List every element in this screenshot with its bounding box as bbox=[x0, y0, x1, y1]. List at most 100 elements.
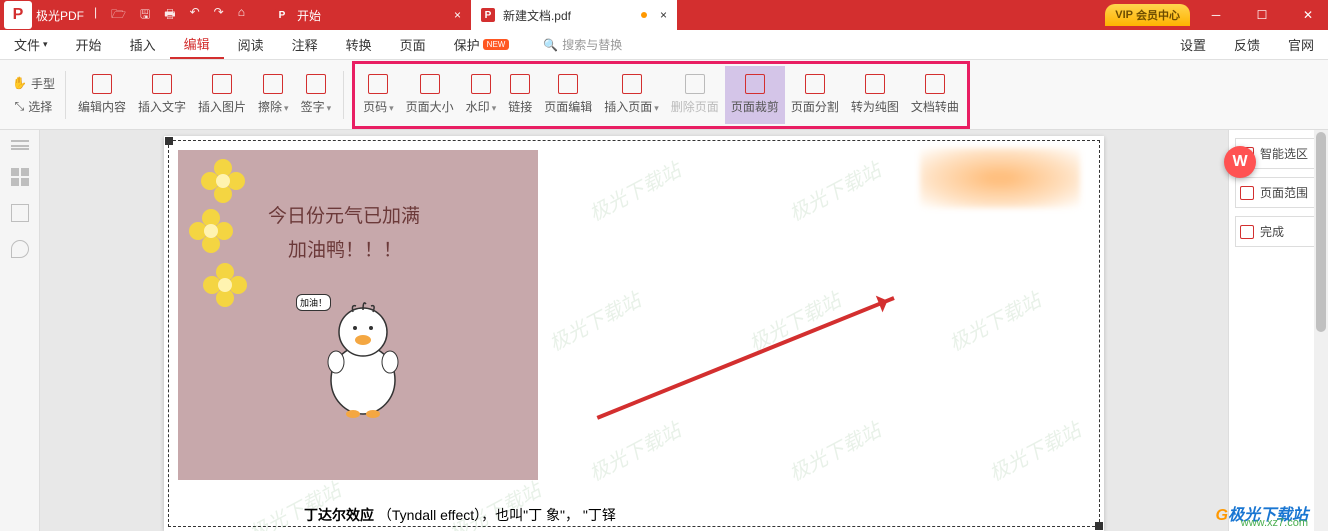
undo-icon[interactable]: ↶ bbox=[190, 5, 200, 26]
tab-label: 开始 bbox=[297, 7, 321, 24]
menu-protect[interactable]: 保护NEW bbox=[440, 30, 524, 59]
menu-start[interactable]: 开始 bbox=[62, 30, 116, 59]
delete-page-button: 删除页面 bbox=[665, 66, 725, 124]
chevron-down-icon: ▾ bbox=[327, 103, 332, 113]
redacted-region bbox=[920, 148, 1080, 208]
menu-file[interactable]: 文件▾ bbox=[0, 30, 62, 59]
crop-page-button[interactable]: 页面裁剪 bbox=[725, 66, 785, 124]
search-icon: 🔍 bbox=[543, 38, 558, 52]
insert-page-button[interactable]: 插入页面▾ bbox=[598, 66, 665, 124]
flower-icon bbox=[186, 206, 236, 256]
close-button[interactable]: ✕ bbox=[1288, 0, 1328, 30]
watermark-text: 极光下载站 bbox=[783, 154, 885, 227]
duck-illustration: 加油！ bbox=[318, 290, 408, 420]
separator bbox=[65, 71, 66, 119]
page-edit-button[interactable]: 页面编辑 bbox=[538, 66, 598, 124]
search-input[interactable]: 🔍 搜索与替换 bbox=[543, 36, 622, 53]
page-number-button[interactable]: 页码▾ bbox=[357, 66, 400, 124]
range-icon bbox=[1240, 186, 1254, 200]
save-icon[interactable]: 🖫 bbox=[140, 5, 150, 26]
menu-read[interactable]: 阅读 bbox=[224, 30, 278, 59]
close-icon[interactable]: × bbox=[660, 8, 667, 22]
erase-button[interactable]: 擦除▾ bbox=[252, 66, 295, 124]
hand-icon: ✋ bbox=[12, 76, 27, 90]
home-icon[interactable]: ⌂ bbox=[238, 5, 245, 26]
vip-prefix: VIP bbox=[1115, 9, 1133, 21]
sign-button[interactable]: 签字▾ bbox=[295, 66, 338, 124]
close-icon[interactable]: × bbox=[454, 8, 461, 22]
tab-document[interactable]: P 新建文档.pdf × bbox=[471, 0, 677, 30]
workspace: 极光下载站 极光下载站 极光下载站 极光下载站 极光下载站 极光下载站 极光下载… bbox=[0, 130, 1328, 531]
chevron-down-icon: ▾ bbox=[389, 103, 394, 113]
hand-tool[interactable]: ✋手型 bbox=[8, 73, 59, 94]
edit-rail-icon[interactable] bbox=[11, 204, 29, 222]
menu-edit[interactable]: 编辑 bbox=[170, 30, 224, 59]
outline-button[interactable]: 文档转曲 bbox=[905, 66, 965, 124]
chevron-down-icon: ▾ bbox=[43, 39, 48, 50]
print-icon[interactable]: 🖶 bbox=[164, 5, 175, 26]
modified-dot-icon bbox=[641, 12, 647, 18]
insert-image-button[interactable]: 插入图片 bbox=[192, 66, 252, 124]
flower-icon bbox=[200, 260, 250, 310]
divider-icon: | bbox=[94, 5, 97, 26]
vertical-scrollbar[interactable] bbox=[1314, 130, 1328, 531]
redo-icon[interactable]: ↷ bbox=[214, 5, 224, 26]
speech-bubble: 加油！ bbox=[296, 294, 331, 311]
maximize-button[interactable]: ☐ bbox=[1242, 0, 1282, 30]
minimize-button[interactable]: ─ bbox=[1196, 0, 1236, 30]
right-panel: 智能选区 页面范围 完成 bbox=[1228, 130, 1328, 531]
menu-website[interactable]: 官网 bbox=[1274, 35, 1328, 54]
document-page[interactable]: 极光下载站 极光下载站 极光下载站 极光下载站 极光下载站 极光下载站 极光下载… bbox=[164, 136, 1104, 531]
folder-open-icon[interactable]: 🗁 bbox=[111, 5, 126, 26]
flower-icon bbox=[198, 156, 248, 206]
watermark-text: 极光下载站 bbox=[583, 154, 685, 227]
search-rail-icon[interactable] bbox=[11, 240, 29, 258]
menu-feedback[interactable]: 反馈 bbox=[1220, 35, 1274, 54]
titlebar: P 极光PDF | 🗁 🖫 🖶 ↶ ↷ ⌂ P 开始 × P 新建文档.pdf … bbox=[0, 0, 1328, 30]
toolbar: ✋手型 ⤡选择 编辑内容 插入文字 插入图片 擦除▾ 签字▾ 页码▾ 页面大小 … bbox=[0, 60, 1328, 130]
scrollbar-thumb[interactable] bbox=[1316, 132, 1326, 332]
list-view-icon[interactable] bbox=[11, 140, 29, 150]
new-badge: NEW bbox=[483, 39, 510, 50]
body-text: 丁达尔效应 （Tyndall effect），也叫"丁 象"， "丁铎 bbox=[304, 505, 616, 525]
decorative-image: 今日份元气已加满 加油鸭！！！ 加油！ bbox=[178, 150, 538, 480]
left-rail bbox=[0, 130, 40, 531]
chevron-down-icon: ▾ bbox=[284, 103, 289, 113]
watermark-text: 极光下载站 bbox=[543, 284, 645, 357]
insert-text-button[interactable]: 插入文字 bbox=[132, 66, 192, 124]
cursor-icon: ⤡ bbox=[15, 99, 25, 114]
separator bbox=[343, 71, 344, 119]
menu-annotate[interactable]: 注释 bbox=[278, 30, 332, 59]
menubar: 文件▾ 开始 插入 编辑 阅读 注释 转换 页面 保护NEW 🔍 搜索与替换 设… bbox=[0, 30, 1328, 60]
tab-start[interactable]: P 开始 × bbox=[265, 0, 471, 30]
search-placeholder: 搜索与替换 bbox=[562, 36, 622, 53]
chevron-down-icon: ▾ bbox=[492, 103, 497, 113]
watermark-button[interactable]: 水印▾ bbox=[460, 66, 503, 124]
watermark-text: 极光下载站 bbox=[583, 414, 685, 487]
select-tool[interactable]: ⤡选择 bbox=[11, 96, 57, 117]
split-page-button[interactable]: 页面分割 bbox=[785, 66, 845, 124]
menu-insert[interactable]: 插入 bbox=[116, 30, 170, 59]
canvas-area[interactable]: 极光下载站 极光下载站 极光下载站 极光下载站 极光下载站 极光下载站 极光下载… bbox=[40, 130, 1228, 531]
app-logo: P bbox=[4, 1, 32, 29]
page-size-button[interactable]: 页面大小 bbox=[400, 66, 460, 124]
tab-label: 新建文档.pdf bbox=[503, 7, 571, 24]
check-icon bbox=[1240, 225, 1254, 239]
menu-settings[interactable]: 设置 bbox=[1166, 35, 1220, 54]
menu-convert[interactable]: 转换 bbox=[332, 30, 386, 59]
annotation-highlight-box: 页码▾ 页面大小 水印▾ 链接 页面编辑 插入页面▾ 删除页面 页面裁剪 页面分… bbox=[352, 61, 970, 129]
decorative-text: 今日份元气已加满 加油鸭！！！ bbox=[268, 200, 420, 268]
edit-content-button[interactable]: 编辑内容 bbox=[72, 66, 132, 124]
flatten-button[interactable]: 转为纯图 bbox=[845, 66, 905, 124]
vip-label: 会员中心 bbox=[1136, 7, 1180, 23]
chevron-down-icon: ▾ bbox=[654, 103, 659, 113]
grid-view-icon[interactable] bbox=[11, 168, 29, 186]
menu-page[interactable]: 页面 bbox=[386, 30, 440, 59]
link-button[interactable]: 链接 bbox=[502, 66, 538, 124]
annotation-arrow bbox=[597, 296, 895, 420]
page-range-button[interactable]: 页面范围 bbox=[1235, 177, 1322, 208]
done-button[interactable]: 完成 bbox=[1235, 216, 1322, 247]
convert-fab-button[interactable]: W bbox=[1224, 146, 1256, 178]
watermark-text: 极光下载站 bbox=[983, 414, 1085, 487]
vip-badge[interactable]: VIP 会员中心 bbox=[1105, 4, 1190, 26]
